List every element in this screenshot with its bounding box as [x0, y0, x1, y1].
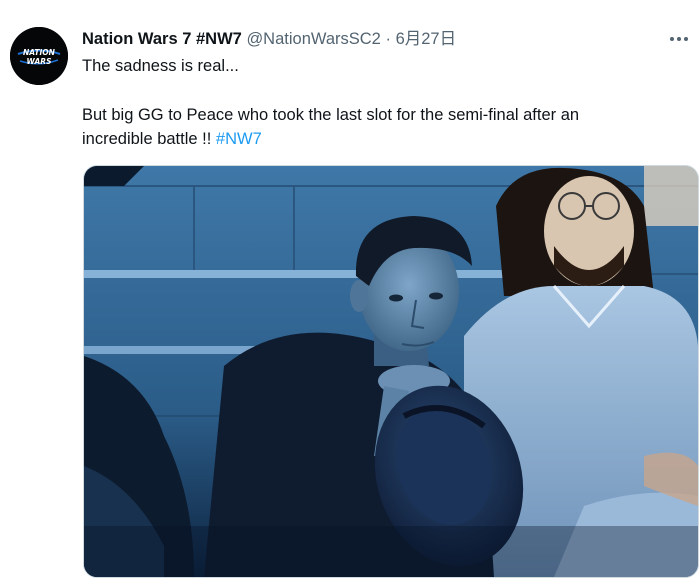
- tweet-text-line-1: The sadness is real...: [82, 57, 239, 75]
- separator-dot: ·: [385, 30, 391, 48]
- handle[interactable]: @NationWarsSC2: [246, 30, 380, 48]
- hashtag-link[interactable]: #NW7: [216, 130, 262, 148]
- avatar-text-bottom: WARS: [27, 57, 52, 66]
- timestamp[interactable]: 6月27日: [396, 30, 457, 48]
- display-name[interactable]: Nation Wars 7 #NW7: [82, 30, 242, 48]
- tweet-text-line-3: incredible battle !! #NW7: [82, 128, 262, 150]
- tweet: NATION WARS Nation Wars 7 #NW7 @NationWa…: [0, 0, 700, 581]
- avatar-text-top: NATION: [23, 48, 56, 57]
- photo-image: [84, 166, 698, 577]
- more-dots-icon[interactable]: [668, 34, 690, 44]
- tweet-text-line-3-text: incredible battle !!: [82, 130, 216, 148]
- tweet-text-line-2: But big GG to Peace who took the last sl…: [82, 106, 580, 124]
- avatar[interactable]: NATION WARS: [10, 27, 68, 85]
- tweet-header: Nation Wars 7 #NW7 @NationWarsSC2 · 6月27…: [82, 28, 456, 50]
- tweet-photo[interactable]: [83, 165, 699, 578]
- nation-wars-logo: NATION WARS: [10, 27, 68, 85]
